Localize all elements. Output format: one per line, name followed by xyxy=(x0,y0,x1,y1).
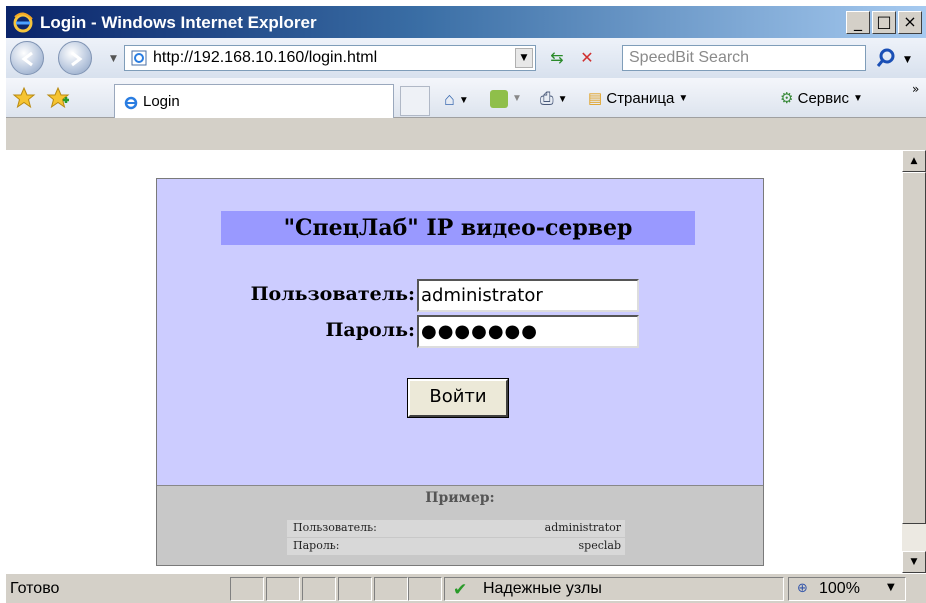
close-button[interactable]: × xyxy=(898,11,922,34)
login-button[interactable]: Войти xyxy=(407,378,509,418)
home-button[interactable]: ⌂ ▼ xyxy=(444,87,469,111)
refresh-icon[interactable]: ⇆ xyxy=(544,46,570,70)
status-segment xyxy=(230,577,264,601)
example-box: Пример: Пользователь: administrator Паро… xyxy=(157,485,763,565)
tools-menu[interactable]: ⚙ Сервис ▼ xyxy=(780,87,863,111)
stop-icon[interactable]: ✕ xyxy=(574,46,600,70)
tab-command-bar: Login ⌂ ▼ ▼ ⎙ ▼ ▤ Страница ▼ ⚙ Сервис ▼ » xyxy=(6,78,926,118)
login-panel: "СпецЛаб" IP видео-сервер Пользователь: … xyxy=(156,178,764,566)
security-zone[interactable]: ✔ Надежные узлы xyxy=(444,577,784,601)
maximize-button[interactable]: □ xyxy=(872,11,896,34)
address-toolbar: ▼ http://192.168.10.160/login.html ▼ ⇆ ✕… xyxy=(6,38,926,78)
scroll-down-icon[interactable]: ▼ xyxy=(902,551,926,573)
browser-window: Login - Windows Internet Explorer _ □ × … xyxy=(6,6,926,603)
status-bar: Готово ✔ Надежные узлы ⊕ 100% ▼ xyxy=(6,573,926,603)
minimize-button[interactable]: _ xyxy=(846,11,870,34)
tab-login[interactable]: Login xyxy=(114,84,394,118)
ie-logo-icon xyxy=(13,12,33,33)
rss-icon xyxy=(490,90,508,109)
address-field[interactable]: http://192.168.10.160/login.html ▼ xyxy=(124,45,536,71)
home-icon: ⌂ xyxy=(444,89,455,109)
magnifier-icon: ▼ xyxy=(876,48,911,67)
ie-tab-icon xyxy=(124,96,138,110)
search-button[interactable]: ▼ xyxy=(874,45,914,71)
scroll-thumb[interactable] xyxy=(902,172,926,524)
history-dropdown-icon[interactable]: ▼ xyxy=(110,54,117,64)
example-key: Пароль: xyxy=(293,539,340,552)
forward-arrow-icon xyxy=(71,51,83,67)
tab-label: Login xyxy=(143,93,180,110)
search-input[interactable]: SpeedBit Search xyxy=(622,45,866,71)
page-icon xyxy=(131,50,147,66)
title-bar: Login - Windows Internet Explorer _ □ × xyxy=(6,6,926,38)
scroll-up-icon[interactable]: ▲ xyxy=(902,150,926,172)
tools-menu-label: Сервис xyxy=(797,90,849,107)
password-label: Пароль: xyxy=(325,319,415,341)
toolbar-overflow-icon[interactable]: » xyxy=(912,82,919,96)
example-key: Пользователь: xyxy=(293,521,377,534)
address-dropdown-icon[interactable]: ▼ xyxy=(515,48,533,68)
feeds-button[interactable]: ▼ xyxy=(490,87,522,111)
status-text: Готово xyxy=(10,580,60,597)
example-value: administrator xyxy=(544,521,621,534)
add-favorites-icon[interactable] xyxy=(46,86,70,110)
password-field[interactable]: ●●●●●●● xyxy=(417,315,639,348)
username-field[interactable]: administrator xyxy=(417,279,639,312)
url-text[interactable]: http://192.168.10.160/login.html xyxy=(153,49,377,67)
page-menu-icon: ▤ xyxy=(588,90,603,107)
forward-button[interactable] xyxy=(58,41,92,75)
example-value: speclab xyxy=(578,539,621,552)
status-segment xyxy=(338,577,372,601)
zoom-control[interactable]: ⊕ 100% ▼ xyxy=(788,577,906,601)
back-button[interactable] xyxy=(10,41,44,75)
zone-label: Надежные узлы xyxy=(483,580,602,597)
svg-text:▼: ▼ xyxy=(904,55,911,65)
window-title: Login - Windows Internet Explorer xyxy=(40,13,317,32)
example-row: Пароль: speclab xyxy=(287,538,625,555)
search-placeholder: SpeedBit Search xyxy=(629,49,750,66)
page-menu[interactable]: ▤ Страница ▼ xyxy=(588,87,688,111)
page-content: "СпецЛаб" IP видео-сервер Пользователь: … xyxy=(6,150,902,573)
printer-icon: ⎙ xyxy=(540,89,554,108)
favorites-star-icon[interactable] xyxy=(12,86,36,110)
new-tab-button[interactable] xyxy=(400,86,430,116)
print-button[interactable]: ⎙ ▼ xyxy=(540,87,568,111)
checkmark-icon: ✔ xyxy=(453,580,468,600)
username-label: Пользователь: xyxy=(250,283,415,305)
gear-icon: ⚙ xyxy=(780,90,794,107)
page-menu-label: Страница xyxy=(606,90,675,107)
back-arrow-icon xyxy=(21,51,33,67)
status-segment xyxy=(374,577,408,601)
zoom-level: 100% xyxy=(819,580,860,597)
status-segment xyxy=(302,577,336,601)
vertical-scrollbar[interactable]: ▲ ▼ xyxy=(902,150,926,573)
example-row: Пользователь: administrator xyxy=(287,520,625,537)
status-segment xyxy=(408,577,442,601)
zoom-icon: ⊕ xyxy=(797,581,808,596)
zoom-dropdown-icon[interactable]: ▼ xyxy=(887,582,895,593)
page-heading: "СпецЛаб" IP видео-сервер xyxy=(221,211,695,245)
status-segment xyxy=(266,577,300,601)
example-heading: Пример: xyxy=(425,490,495,506)
